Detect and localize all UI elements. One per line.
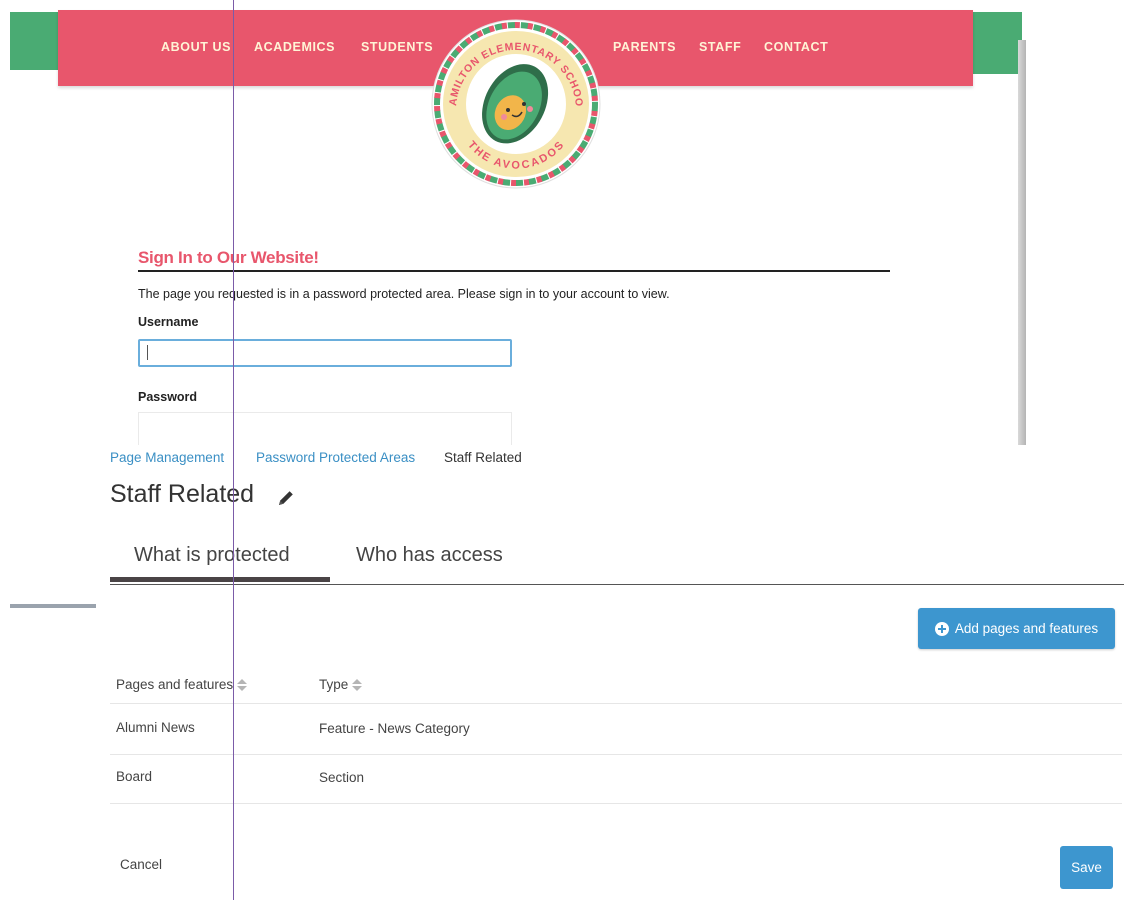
add-button-label: Add pages and features <box>954 621 1099 636</box>
username-label: Username <box>138 315 199 329</box>
password-input[interactable] <box>138 412 512 445</box>
school-logo[interactable]: HAMILTON ELEMENTARY SCHOOL THE AVOCADOS <box>430 18 602 190</box>
row-type: Section <box>319 770 365 785</box>
row-page-name: Board <box>116 769 153 784</box>
avocado-logo-icon: HAMILTON ELEMENTARY SCHOOL THE AVOCADOS <box>430 18 601 189</box>
column-header-label: Pages and features <box>116 677 234 692</box>
sort-icon <box>237 678 248 692</box>
nav-academics[interactable]: ACADEMICS <box>254 40 335 54</box>
nav-parents[interactable]: PARENTS <box>613 40 676 54</box>
row-type: Feature - News Category <box>319 721 470 736</box>
table-row-divider <box>110 703 1122 704</box>
table-row-divider <box>110 754 1122 755</box>
nav-contact[interactable]: CONTACT <box>764 40 828 54</box>
row-page-name: Alumni News <box>116 720 195 735</box>
column-header-pages-and-features[interactable]: Pages and features <box>116 677 248 692</box>
preview-edge-shadow <box>1018 40 1026 445</box>
guide-line <box>233 0 234 900</box>
table-row-divider <box>110 803 1122 804</box>
password-label: Password <box>138 390 198 404</box>
tabs-divider <box>110 584 1124 585</box>
add-pages-and-features-button[interactable]: Add pages and features <box>918 608 1115 649</box>
tab-who-has-access[interactable]: Who has access <box>356 544 503 567</box>
active-tab-indicator <box>110 577 330 582</box>
plus-circle-icon <box>934 621 949 636</box>
signin-divider <box>138 270 890 272</box>
signin-heading: Sign In to Our Website! <box>138 248 319 267</box>
tab-what-is-protected[interactable]: What is protected <box>134 544 290 567</box>
save-button[interactable]: Save <box>1060 846 1113 889</box>
pencil-icon[interactable] <box>276 488 296 508</box>
nav-about-us[interactable]: ABOUT US <box>161 40 231 54</box>
username-input[interactable] <box>138 339 512 367</box>
scroll-marker <box>10 604 96 608</box>
breadcrumb-password-protected-areas[interactable]: Password Protected Areas <box>256 450 415 465</box>
cancel-button[interactable]: Cancel <box>120 857 162 872</box>
nav-students[interactable]: STUDENTS <box>361 40 433 54</box>
breadcrumb-page-management[interactable]: Page Management <box>110 450 224 465</box>
breadcrumb-current: Staff Related <box>444 450 522 465</box>
column-header-label: Type <box>319 677 349 692</box>
site-preview: ABOUT US ACADEMICS STUDENTS PARENTS STAF… <box>0 0 1132 445</box>
column-header-type[interactable]: Type <box>319 677 363 692</box>
nav-staff[interactable]: STAFF <box>699 40 741 54</box>
sort-icon <box>352 678 363 692</box>
signin-message: The page you requested is in a password … <box>138 287 670 301</box>
text-caret <box>147 345 148 360</box>
